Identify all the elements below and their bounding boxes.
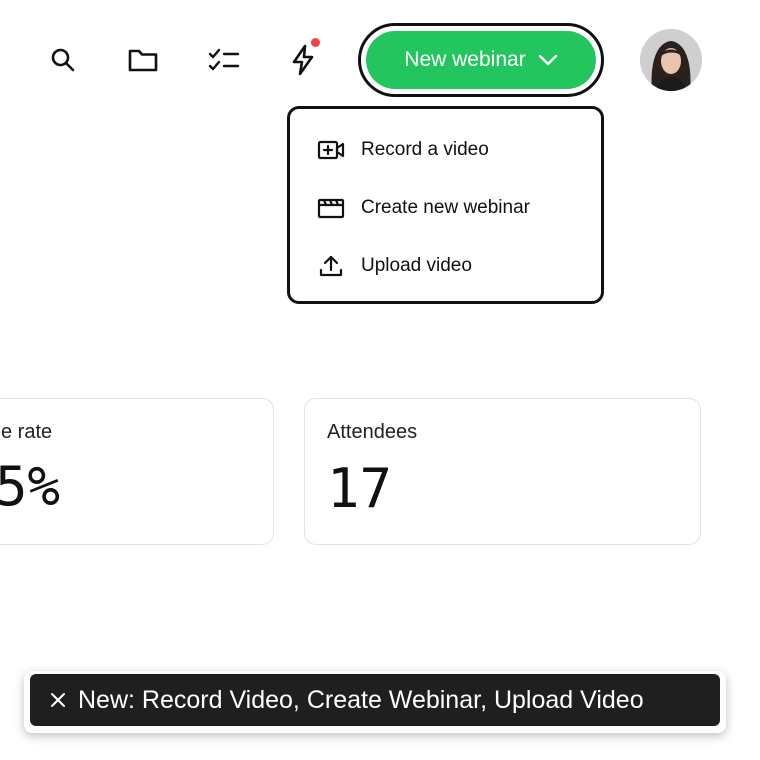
search-button[interactable] — [41, 38, 85, 82]
tasks-button[interactable] — [202, 38, 246, 82]
search-icon — [49, 46, 77, 74]
new-webinar-label: New webinar — [404, 48, 526, 71]
stat-card-attendees: Attendees 17 — [304, 398, 701, 545]
folder-icon — [127, 46, 159, 74]
activity-button[interactable] — [281, 38, 325, 82]
stat-card-label: e rate — [1, 421, 53, 443]
toast: New: Record Video, Create Webinar, Uploa… — [30, 674, 720, 726]
checklist-icon — [208, 46, 240, 74]
stat-card-rate: e rate 5% — [0, 398, 274, 545]
clapperboard-icon — [317, 194, 345, 222]
menu-item-create-webinar[interactable]: Create new webinar — [290, 179, 601, 237]
stat-card-value: 5% — [0, 455, 61, 518]
menu-item-label: Create new webinar — [361, 197, 530, 218]
stat-card-value: 17 — [327, 457, 393, 520]
lightning-icon — [289, 44, 317, 76]
menu-item-upload-video[interactable]: Upload video — [290, 237, 601, 295]
menu-item-label: Record a video — [361, 139, 489, 160]
close-icon[interactable] — [48, 690, 68, 710]
new-webinar-dropdown: Record a video Create new webinar Upload… — [287, 106, 604, 304]
toast-text: New: Record Video, Create Webinar, Uploa… — [78, 685, 644, 714]
notification-dot — [311, 38, 320, 47]
menu-item-record-video[interactable]: Record a video — [290, 121, 601, 179]
menu-item-label: Upload video — [361, 255, 472, 276]
avatar[interactable] — [640, 29, 702, 91]
folder-button[interactable] — [121, 38, 165, 82]
video-plus-icon — [317, 136, 345, 164]
upload-icon — [317, 252, 345, 280]
stat-card-label: Attendees — [327, 421, 418, 443]
chevron-down-icon — [538, 54, 558, 66]
new-webinar-button-focus-ring: New webinar — [358, 23, 604, 97]
new-webinar-button[interactable]: New webinar — [366, 31, 596, 89]
